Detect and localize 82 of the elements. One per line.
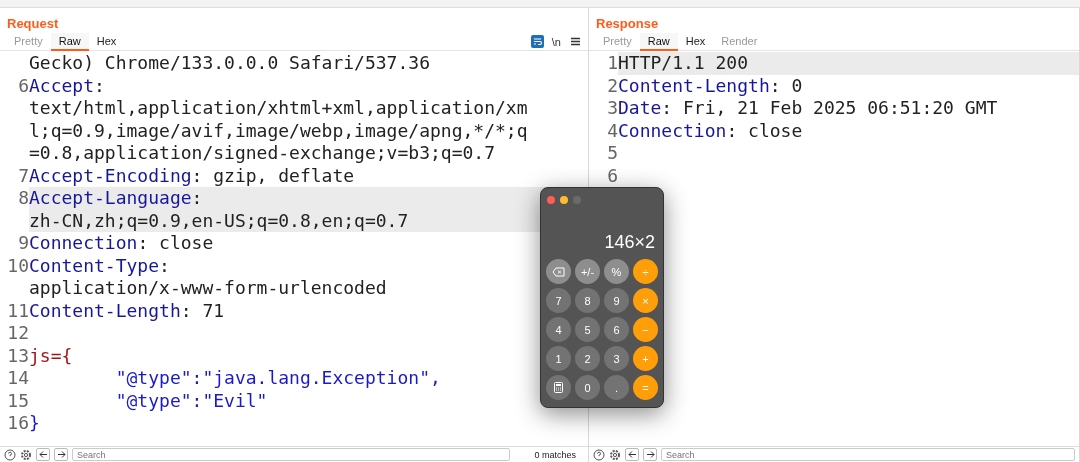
calculator-key[interactable]: 6 bbox=[604, 317, 629, 342]
line-number: 15 bbox=[6, 389, 29, 412]
tab[interactable]: Raw bbox=[50, 32, 89, 51]
arrow-right-icon bbox=[645, 450, 655, 459]
settings-icon[interactable] bbox=[20, 448, 32, 461]
code-line: } bbox=[29, 412, 40, 435]
search-field[interactable]: Search bbox=[72, 448, 511, 461]
calculator-key[interactable]: 0 bbox=[575, 375, 600, 400]
arrow-right-icon bbox=[56, 450, 66, 459]
line-number: 12 bbox=[6, 322, 29, 345]
code-line: Accept-Encoding: gzip, deflate bbox=[29, 164, 355, 187]
settings-icon[interactable] bbox=[609, 448, 621, 461]
code-line: text/html,application/xhtml+xml,application/xm bbox=[29, 97, 528, 120]
calculator-key[interactable]: 1 bbox=[546, 346, 571, 371]
calculator-key[interactable]: 7 bbox=[546, 288, 571, 313]
newline-toggle[interactable]: \n bbox=[551, 35, 561, 48]
tab[interactable]: Render bbox=[713, 32, 766, 51]
calculator-key[interactable]: 3 bbox=[604, 346, 629, 371]
line-number: 14 bbox=[6, 367, 29, 390]
code-line: "@type":"java.lang.Exception", bbox=[114, 367, 441, 390]
code-line: Gecko) Chrome/133.0.0.0 Safari/537.36 bbox=[29, 52, 430, 75]
calculator-icon bbox=[554, 382, 563, 393]
calculator-display: 146×2 bbox=[603, 232, 655, 253]
help-icon[interactable] bbox=[593, 448, 605, 461]
line-number: 2 bbox=[606, 74, 618, 97]
match-count: 0 matches bbox=[534, 449, 576, 460]
tab[interactable]: Pretty bbox=[6, 32, 51, 51]
code-line: =0.8,application/signed-exchange;v=b3;q=0.7 bbox=[29, 142, 495, 165]
code-line: Connection: close bbox=[29, 232, 214, 255]
next-button[interactable] bbox=[54, 448, 68, 461]
tab[interactable]: Raw bbox=[639, 32, 678, 51]
tab[interactable]: Hex bbox=[88, 32, 125, 51]
code-line: js={ bbox=[29, 344, 73, 367]
previous-button[interactable] bbox=[36, 448, 50, 461]
calculator-key[interactable]: 2 bbox=[575, 346, 600, 371]
line-number: 6 bbox=[606, 164, 618, 187]
code-line: Date: Fri, 21 Feb 2025 06:51:20 GMT bbox=[618, 97, 998, 120]
calculator-key[interactable]: . bbox=[604, 375, 629, 400]
line-number: 1 bbox=[606, 52, 618, 75]
code-line: Content-Type: bbox=[29, 254, 170, 277]
previous-button[interactable] bbox=[625, 448, 639, 461]
panel-title: Response bbox=[595, 15, 660, 33]
calculator-key[interactable]: +/- bbox=[575, 259, 600, 284]
calculator-key[interactable] bbox=[546, 259, 571, 284]
line-number: 13 bbox=[6, 344, 29, 367]
code-line: "@type":"Evil" bbox=[114, 389, 268, 412]
next-button[interactable] bbox=[643, 448, 657, 461]
search-field[interactable]: Search bbox=[661, 448, 1075, 461]
code-line: Content-Length: 0 bbox=[618, 74, 803, 97]
line-number: 9 bbox=[17, 232, 29, 255]
tab[interactable]: Hex bbox=[677, 32, 714, 51]
wrap-icon[interactable] bbox=[530, 35, 544, 48]
calculator-key[interactable]: 8 bbox=[575, 288, 600, 313]
line-number: 16 bbox=[6, 412, 29, 435]
code-line: Connection: close bbox=[618, 119, 803, 142]
line-number: 3 bbox=[606, 97, 618, 120]
code-line: Accept: bbox=[29, 74, 105, 97]
calculator-key[interactable] bbox=[546, 375, 571, 400]
backspace-icon bbox=[552, 266, 565, 277]
line-number: 10 bbox=[6, 254, 29, 278]
code-line: Content-Length: 71 bbox=[29, 299, 225, 322]
arrow-left-icon bbox=[627, 450, 637, 459]
code-line: HTTP/1.1 200 bbox=[618, 52, 749, 75]
line-number: 6 bbox=[17, 74, 29, 98]
arrow-left-icon bbox=[38, 450, 48, 459]
calculator-key[interactable]: 5 bbox=[575, 317, 600, 342]
code-line: l;q=0.9,image/avif,image/webp,image/apng,*/*;q bbox=[29, 119, 528, 142]
line-number: 7 bbox=[17, 164, 29, 187]
line-number: 4 bbox=[606, 119, 618, 142]
line-number: 8 bbox=[17, 187, 29, 210]
code-line: application/x-www-form-urlencoded bbox=[29, 277, 387, 300]
calculator-key[interactable]: 4 bbox=[546, 317, 571, 342]
line-number: 11 bbox=[6, 299, 29, 322]
calculator-key[interactable]: % bbox=[604, 259, 629, 284]
line-number: 5 bbox=[606, 142, 618, 165]
code-line: Accept-Language: bbox=[29, 187, 203, 210]
code-line: zh-CN,zh;q=0.9,en-US;q=0.8,en;q=0.7 bbox=[29, 209, 409, 232]
tab[interactable]: Pretty bbox=[595, 32, 640, 51]
panel-title: Request bbox=[6, 15, 60, 33]
calculator-key[interactable]: 9 bbox=[604, 288, 629, 313]
menu-icon[interactable] bbox=[569, 35, 582, 48]
help-icon[interactable] bbox=[4, 448, 16, 461]
